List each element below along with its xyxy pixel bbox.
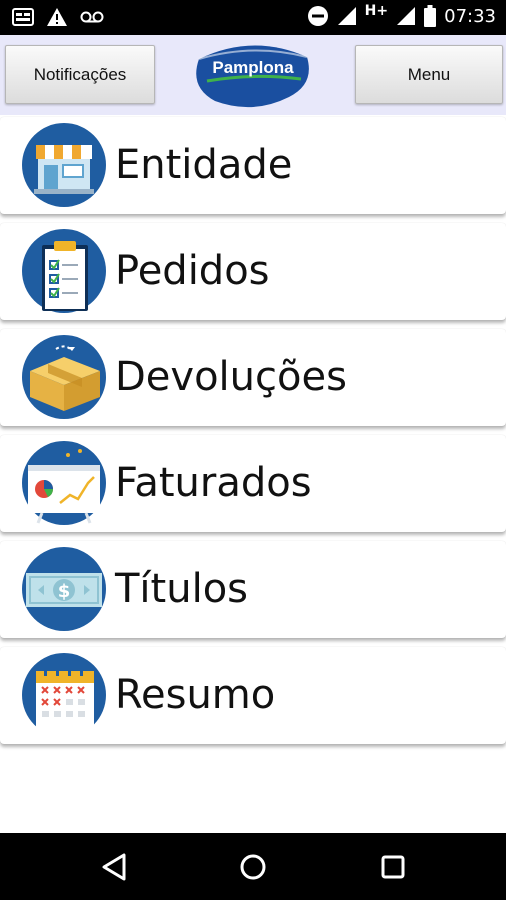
- clock: 07:33: [444, 5, 496, 27]
- svg-text:$: $: [58, 581, 71, 602]
- voicemail-icon: [80, 11, 104, 23]
- menu-item-label: Entidade: [115, 142, 293, 188]
- recents-icon[interactable]: [376, 851, 410, 883]
- menu-item-label: Faturados: [115, 460, 312, 506]
- menu-item-label: Resumo: [115, 672, 276, 718]
- signal-icon: [337, 7, 356, 25]
- do-not-disturb-icon: [307, 6, 328, 26]
- menu-item-label: Títulos: [115, 566, 249, 612]
- home-icon[interactable]: [236, 851, 270, 883]
- menu-item-label: Pedidos: [115, 248, 270, 294]
- notifications-button[interactable]: Notificações: [5, 45, 155, 104]
- package-box-icon: [22, 335, 106, 419]
- back-icon[interactable]: [98, 851, 132, 883]
- pamplona-logo: Pamplona: [196, 45, 309, 108]
- menu-item-label: Devoluções: [115, 354, 347, 400]
- alert-icon: [47, 8, 67, 26]
- menu-item-devolucoes[interactable]: Devoluções: [0, 329, 506, 426]
- storefront-icon: [22, 123, 106, 207]
- svg-text:Pamplona: Pamplona: [212, 58, 294, 77]
- menu-item-titulos[interactable]: $ Títulos: [0, 541, 506, 638]
- menu-button[interactable]: Menu: [355, 45, 503, 104]
- signal-strength-icon: [397, 7, 416, 25]
- battery-icon: [424, 5, 437, 27]
- menu-item-pedidos[interactable]: Pedidos: [0, 223, 506, 320]
- navigation-bar: [0, 833, 506, 900]
- main-menu-list: Entidade Pedidos Devoluções Faturados $ …: [0, 117, 506, 753]
- clipboard-checklist-icon: [22, 229, 106, 313]
- network-type: H+: [364, 3, 389, 19]
- menu-item-resumo[interactable]: Resumo: [0, 647, 506, 744]
- app-header: Notificações Pamplona Menu: [0, 35, 506, 115]
- presentation-chart-icon: [22, 441, 106, 525]
- menu-item-faturados[interactable]: Faturados: [0, 435, 506, 532]
- status-bar: H+ 07:33: [0, 0, 506, 35]
- banknote-icon: $: [22, 547, 106, 631]
- calendar-icon: [22, 653, 106, 737]
- menu-item-entidade[interactable]: Entidade: [0, 117, 506, 214]
- notification-icon: [12, 8, 34, 26]
